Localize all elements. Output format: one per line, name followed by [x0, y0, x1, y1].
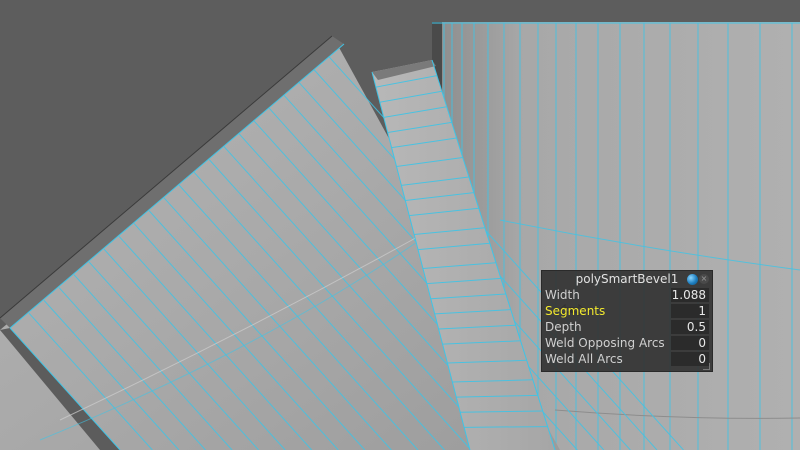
- close-icon[interactable]: ×: [699, 274, 709, 284]
- in-view-editor-panel[interactable]: polySmartBevel1 × Width 1.088 Segments 1 Dep…: [541, 270, 713, 372]
- attribute-row-weld-all-arcs[interactable]: Weld All Arcs 0: [542, 351, 712, 367]
- panel-title-icons: ×: [687, 273, 709, 285]
- attribute-value-field[interactable]: 1.088: [671, 288, 709, 302]
- panel-title[interactable]: polySmartBevel1 ×: [542, 271, 712, 287]
- attribute-value-field[interactable]: 0.5: [671, 320, 709, 334]
- attribute-label[interactable]: Weld All Arcs: [545, 352, 623, 366]
- attribute-label[interactable]: Segments: [545, 304, 605, 318]
- attribute-row-segments[interactable]: Segments 1: [542, 303, 712, 319]
- attribute-row-weld-opposing-arcs[interactable]: Weld Opposing Arcs 0: [542, 335, 712, 351]
- attribute-value-field[interactable]: 1: [671, 304, 709, 318]
- viewport-3d[interactable]: polySmartBevel1 × Width 1.088 Segments 1 Dep…: [0, 0, 800, 450]
- panel-title-text: polySmartBevel1: [575, 272, 679, 286]
- component-sphere-icon[interactable]: [687, 273, 698, 285]
- attribute-value-field[interactable]: 0: [671, 336, 709, 350]
- attribute-label[interactable]: Depth: [545, 320, 582, 334]
- attribute-label[interactable]: Weld Opposing Arcs: [545, 336, 665, 350]
- viewport-mesh[interactable]: [0, 0, 800, 450]
- attribute-list: Width 1.088 Segments 1 Depth 0.5 Weld Opposing…: [542, 287, 712, 367]
- resize-grip-icon[interactable]: [703, 363, 710, 370]
- attribute-row-depth[interactable]: Depth 0.5: [542, 319, 712, 335]
- attribute-row-width[interactable]: Width 1.088: [542, 287, 712, 303]
- attribute-label[interactable]: Width: [545, 288, 580, 302]
